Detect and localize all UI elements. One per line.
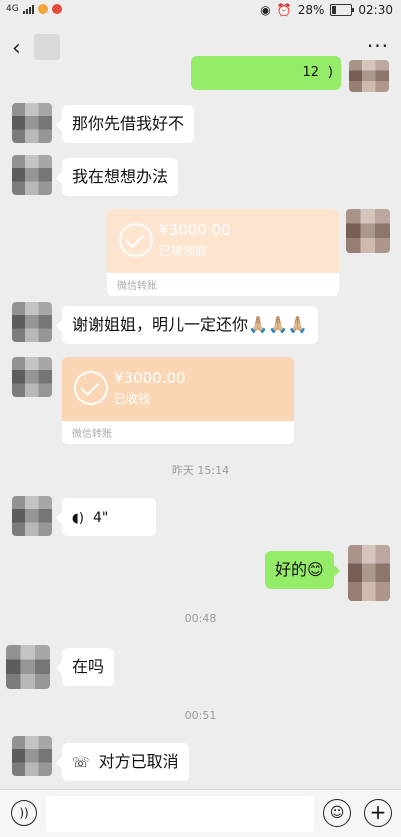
more-button[interactable]: ··· [367, 34, 389, 58]
smiley-icon: ☺ [329, 805, 345, 821]
status-bar: 4G ◉ ⏰ 28% 02:30 [0, 0, 401, 22]
text-message[interactable]: 我在想想办法 [56, 158, 179, 196]
back-button[interactable]: ‹ [12, 36, 21, 61]
alarm-icon: ⏰ [276, 3, 292, 17]
more-actions-button[interactable]: + [364, 799, 392, 827]
timestamp: 昨天 15:14 [171, 464, 230, 477]
text-message[interactable]: 谢谢姐姐，明儿一定还你🙏🏼🙏🏼🙏🏼 [56, 306, 318, 344]
chevron-left-icon: ‹ [12, 36, 21, 61]
partial-voice-bubble[interactable]: 12 ) [191, 56, 341, 90]
avatar[interactable] [12, 302, 52, 342]
more-dots-icon: ··· [366, 34, 389, 58]
avatar[interactable] [12, 103, 52, 143]
voice-message[interactable]: ◖) 4" [56, 498, 156, 536]
timestamp: 00:48 [184, 612, 217, 625]
transfer-card[interactable]: ¥3000.00 已被领取 微信转账 [107, 209, 339, 296]
status-time: 02:30 [358, 3, 393, 17]
voice-icon: )) [19, 806, 29, 820]
voice-wave-icon: ◖) [72, 511, 84, 526]
avatar[interactable] [12, 155, 52, 195]
avatar[interactable] [349, 60, 389, 92]
avatar[interactable] [348, 545, 390, 601]
text-message[interactable]: 好的😊 [265, 551, 340, 589]
input-bar: )) ☺ + [0, 789, 401, 837]
battery-icon [330, 4, 355, 16]
text-message[interactable]: 那你先借我好不 [56, 105, 195, 143]
voice-wave-icon: ) [327, 65, 333, 80]
avatar[interactable] [12, 357, 52, 397]
network-label: 4G [6, 4, 19, 14]
contact-name-blurred [34, 34, 60, 60]
avatar[interactable] [346, 209, 390, 253]
check-circle-icon [74, 371, 108, 405]
call-message[interactable]: ☏ 对方已取消 [56, 743, 189, 781]
transfer-card[interactable]: ¥3000.00 已收钱 微信转账 [62, 357, 294, 444]
timestamp: 00:51 [184, 709, 217, 722]
app-notification-icon-2 [51, 4, 62, 14]
voice-input-button[interactable]: )) [11, 800, 37, 826]
signal-icon [22, 4, 34, 14]
message-input[interactable] [46, 796, 314, 832]
avatar[interactable] [12, 496, 52, 536]
status-left: 4G [6, 4, 62, 14]
text-message[interactable]: 在吗 [56, 648, 115, 686]
avatar[interactable] [12, 736, 52, 776]
avatar[interactable] [6, 645, 50, 689]
app-notification-icon [37, 4, 48, 14]
emoji-button[interactable]: ☺ [323, 799, 351, 827]
check-circle-icon [119, 223, 153, 257]
plus-icon: + [369, 800, 387, 824]
eye-icon: ◉ [260, 3, 271, 17]
battery-percent: 28% [297, 3, 325, 17]
phone-hangup-icon: ☏ [72, 755, 90, 771]
status-right: ◉ ⏰ 28% 02:30 [260, 3, 393, 17]
